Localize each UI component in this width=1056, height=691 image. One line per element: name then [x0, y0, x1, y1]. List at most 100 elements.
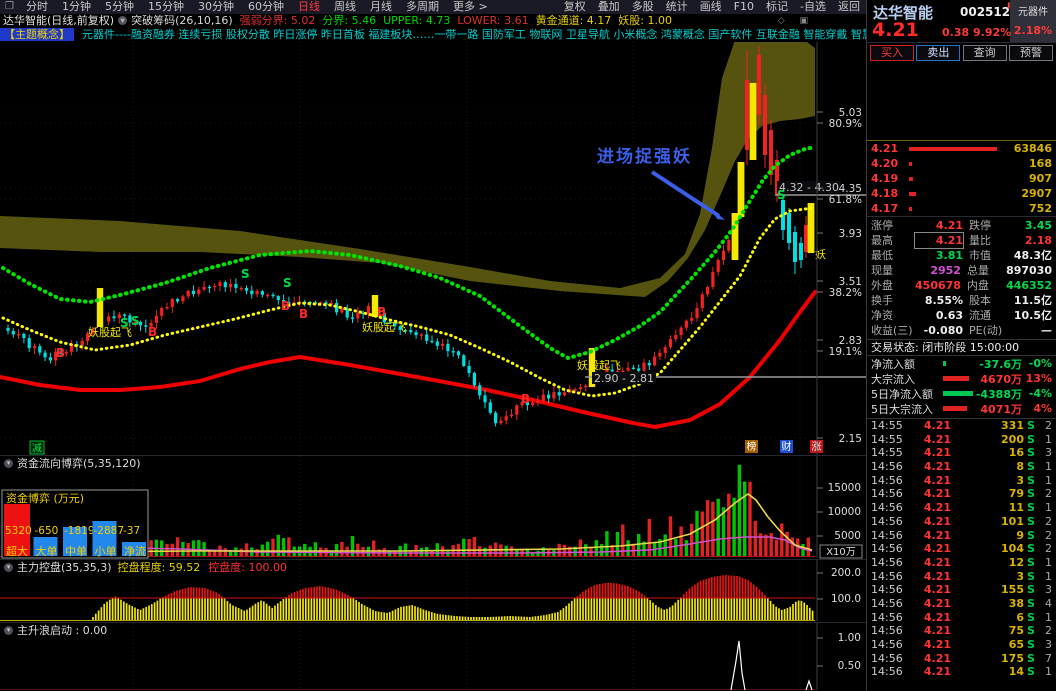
tx-direction: S: [1027, 610, 1035, 624]
tx-count: 3: [1045, 446, 1052, 460]
menu-tool-返回[interactable]: 返回: [838, 0, 860, 14]
tx-price: 4.21: [923, 419, 951, 432]
transaction-row: 14:56 4.21 38 S 4: [867, 597, 1056, 611]
svg-text:中单: 中单: [65, 545, 87, 558]
window-icon[interactable]: ❐: [5, 0, 14, 14]
flow-bar: [943, 376, 969, 381]
svg-text:200.0: 200.0: [831, 567, 861, 579]
transaction-row: 14:56 4.21 75 S 2: [867, 624, 1056, 638]
flow-bar: [943, 391, 973, 396]
menu-period-5分钟[interactable]: 5分钟: [105, 0, 134, 14]
stat-label: 涨停: [871, 219, 893, 232]
tx-time: 14:56: [871, 638, 903, 651]
menu-tool-叠加[interactable]: 叠加: [598, 0, 620, 14]
transaction-row: 14:56 4.21 79 S 2: [867, 487, 1056, 501]
svg-text:2.90 - 2.81: 2.90 - 2.81: [594, 372, 654, 385]
menu-period-60分钟[interactable]: 60分钟: [248, 0, 284, 14]
tx-time: 14:56: [871, 473, 903, 487]
bid-volume: 752: [1029, 202, 1052, 215]
bid-volume: 2907: [1021, 187, 1052, 200]
flow-bar: [943, 361, 946, 366]
tx-volume: 155: [1001, 583, 1024, 597]
menu-period-周线[interactable]: 周线: [334, 0, 356, 14]
svg-text:净流: 净流: [124, 544, 146, 558]
tx-count: 2: [1045, 528, 1052, 542]
svg-text:B: B: [521, 392, 530, 406]
chart-corner-icons[interactable]: ◇ ▣: [778, 14, 814, 28]
buy-button[interactable]: 买入: [870, 45, 914, 61]
concept-chip[interactable]: 【主题概念】: [0, 28, 74, 42]
tx-count: 1: [1045, 432, 1052, 446]
menu-period-15分钟[interactable]: 15分钟: [148, 0, 184, 14]
svg-text:大单: 大单: [36, 544, 58, 558]
bid-row: 4.18 2907: [867, 186, 1056, 201]
flow-row: 净流入额 -37.6万 -0%: [867, 356, 1056, 371]
transaction-row: 14:56 4.21 6 S 1: [867, 611, 1056, 625]
menu-period-月线[interactable]: 月线: [370, 0, 392, 14]
stat-label: 最高: [871, 234, 893, 247]
menu-tool-复权[interactable]: 复权: [564, 0, 586, 14]
tx-time: 14:56: [871, 624, 903, 638]
tx-price: 4.21: [923, 473, 951, 487]
flow-pct: 13%: [1025, 372, 1052, 385]
tx-direction: S: [1027, 528, 1035, 542]
tx-direction: S: [1027, 487, 1035, 501]
menu-tool-统计[interactable]: 统计: [666, 0, 688, 14]
stat-value: 446352: [1006, 279, 1052, 292]
flow-row: 5日大宗流入 4071万 4%: [867, 401, 1056, 416]
menu-period-多周期[interactable]: 多周期: [406, 0, 439, 14]
tx-count: 2: [1045, 542, 1052, 556]
menu-tool-标记[interactable]: 标记: [766, 0, 788, 14]
stat-value: —: [1041, 324, 1052, 337]
stat-value: 3.45: [1024, 219, 1052, 232]
svg-text:财: 财: [782, 440, 792, 453]
pane-collapse-icon[interactable]: ▾: [4, 625, 13, 635]
menu-tool--自选[interactable]: -自选: [800, 0, 826, 14]
main-candlestick-chart[interactable]: 4.32 - 4.302.90 - 2.81BBBB BBS SSSS妖股起飞 妖股起…: [0, 41, 866, 455]
bid-queue[interactable]: 4.21 63846 4.20 168 4.19 907 4.18 2907 4.17 752: [867, 141, 1056, 216]
pane-collapse-icon[interactable]: ▾: [4, 458, 13, 468]
last-price: 4.21: [872, 19, 919, 41]
transaction-row: 14:55 4.21 331 S 2: [867, 419, 1056, 433]
stat-label: 总量: [966, 264, 989, 277]
menu-tool-F10[interactable]: F10: [734, 0, 754, 14]
alert-button[interactable]: 预警: [1008, 45, 1053, 61]
sector-chip[interactable]: 元器件 2.18%: [1010, 0, 1056, 42]
menu-period-更多 >[interactable]: 更多 >: [453, 0, 488, 14]
query-button[interactable]: 查询: [962, 45, 1007, 61]
wave-chart[interactable]: 1.00 0.50: [0, 622, 866, 691]
menu-period-1分钟[interactable]: 1分钟: [62, 0, 91, 14]
menu-period-日线[interactable]: 日线: [298, 0, 320, 14]
tx-time: 14:56: [871, 542, 903, 556]
stat-label: 最低: [871, 249, 893, 262]
flow-value: 4670万: [980, 372, 1022, 386]
transaction-row: 14:56 4.21 12 S 1: [867, 556, 1056, 570]
menu-tool-多股[interactable]: 多股: [632, 0, 654, 14]
menu-tool-画线[interactable]: 画线: [700, 0, 722, 14]
sell-button[interactable]: 卖出: [916, 45, 961, 61]
tx-direction: S: [1027, 419, 1035, 432]
tx-time: 14:55: [871, 432, 903, 446]
stat-label: 外盘: [871, 279, 893, 292]
svg-text:10000: 10000: [828, 506, 861, 518]
tx-price: 4.21: [923, 501, 951, 515]
svg-text:S: S: [777, 188, 786, 202]
menu-period-30分钟[interactable]: 30分钟: [198, 0, 234, 14]
stat-value: 2952: [930, 264, 961, 277]
tx-volume: 79: [1008, 487, 1024, 501]
pane-collapse-icon[interactable]: ▾: [4, 562, 13, 572]
tx-count: 3: [1045, 583, 1052, 597]
control-level-label: 控盘度: 100.00: [208, 560, 287, 574]
concept-text[interactable]: 元器件----融资融券 连续亏损 股权分散 昨日涨停 昨日首板 福建板块……一带…: [82, 28, 866, 42]
svg-text:5000: 5000: [834, 530, 861, 542]
volume-pane-title: 资金流向博弈(5,35,120): [17, 456, 141, 470]
transaction-list[interactable]: 14:55 4.21 331 S 2 14:55 4.21 200 S 1 14:55 4.21 16 S…: [867, 418, 1056, 679]
bid-row: 4.17 752: [867, 201, 1056, 216]
chart-column: ❐ 分时 1分钟 5分钟 15分钟 30分钟 60分钟 日线 周线 月线 多周期 更多 > 复权 叠加…: [0, 0, 866, 691]
collapse-icon[interactable]: ▾: [118, 16, 128, 26]
menu-period-分时[interactable]: 分时: [26, 0, 48, 14]
volume-chart[interactable]: 资金博弈 (万元) 5320 超大 -650 大单 -1819 中单 -2887 小单 -37 净流…: [0, 455, 866, 559]
tx-count: 3: [1045, 638, 1052, 651]
indicator-values: 强弱分界: 5.02 分界: 5.46 UPPER: 4.73 LOWER: 3.61…: [240, 14, 679, 28]
stat-row: 最高 4.21 量比 2.18: [867, 232, 1056, 249]
